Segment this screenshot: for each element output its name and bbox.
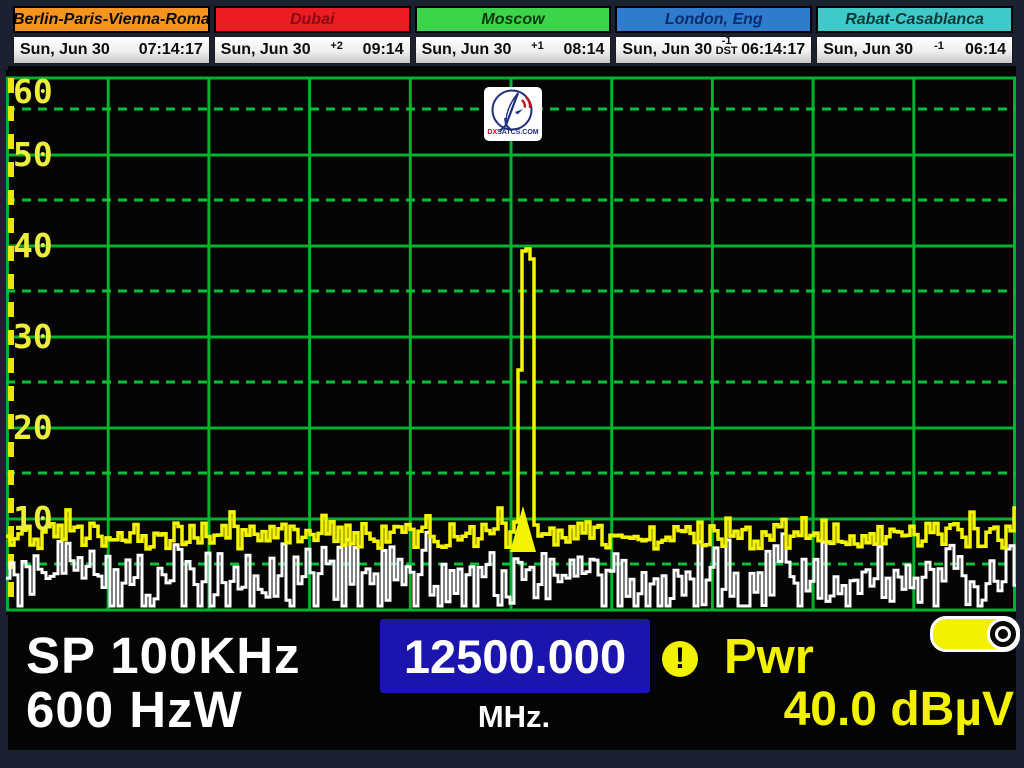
spectrum-plot: 60 50 40 30 20 10	[6, 70, 1016, 615]
time-row-dubai: Sun, Jun 30 +2 09:14	[214, 36, 411, 64]
meter-screen: Berlin-Paris-Vienna-Roma Sun, Jun 30 07:…	[0, 0, 1024, 768]
frequency-input-field[interactable]: 12500.000	[380, 619, 650, 693]
clock-cell-london: London, Eng Sun, Jun 30 -1 DST 06:14:17	[615, 6, 812, 64]
utc-offset: +1	[531, 41, 544, 51]
frequency-unit-label: MHz.	[414, 701, 614, 732]
time-label: 07:14:17	[139, 41, 203, 59]
time-label: 06:14:17	[741, 41, 805, 59]
time-row-london: Sun, Jun 30 -1 DST 06:14:17	[615, 36, 812, 64]
time-row-berlin: Sun, Jun 30 07:14:17	[13, 36, 210, 64]
world-clock-bar: Berlin-Paris-Vienna-Roma Sun, Jun 30 07:…	[13, 6, 1013, 64]
svg-text:20: 20	[13, 408, 53, 447]
battery-cap	[987, 618, 1019, 650]
logo-text: DXSATCS.COM	[487, 129, 538, 137]
time-row-rabat: Sun, Jun 30 -1 06:14	[816, 36, 1013, 64]
date-label: Sun, Jun 30	[823, 41, 913, 59]
warning-icon: !	[662, 641, 698, 677]
city-header-london: London, Eng	[615, 6, 812, 33]
svg-text:60: 60	[13, 72, 53, 111]
battery-cap-inner	[995, 626, 1011, 642]
svg-text:40: 40	[13, 226, 53, 265]
clock-cell-dubai: Dubai Sun, Jun 30 +2 09:14	[214, 6, 411, 64]
clock-cell-moscow: Moscow Sun, Jun 30 +1 08:14	[415, 6, 612, 64]
utc-offset: +2	[330, 41, 343, 51]
time-label: 08:14	[563, 41, 604, 59]
city-header-berlin: Berlin-Paris-Vienna-Roma	[13, 6, 210, 33]
date-label: Sun, Jun 30	[221, 41, 311, 59]
bandwidth-setting-label: 600 HzW	[26, 684, 243, 735]
utc-offset: -1 DST	[716, 36, 738, 57]
city-header-rabat: Rabat-Casablanca	[816, 6, 1013, 33]
time-row-moscow: Sun, Jun 30 +1 08:14	[415, 36, 612, 64]
svg-text:30: 30	[13, 317, 53, 356]
span-setting-label: SP 100KHz	[26, 630, 301, 681]
city-header-moscow: Moscow	[415, 6, 612, 33]
svg-text:50: 50	[13, 135, 53, 174]
svg-text:10: 10	[13, 499, 53, 538]
dxsatcs-logo: DXSATCS.COM	[484, 87, 542, 141]
date-label: Sun, Jun 30	[622, 41, 712, 59]
time-label: 09:14	[363, 41, 404, 59]
city-header-dubai: Dubai	[214, 6, 411, 33]
battery-indicator-icon	[930, 616, 1020, 652]
power-value: 40.0 dBµV	[676, 686, 1014, 734]
clock-cell-berlin: Berlin-Paris-Vienna-Roma Sun, Jun 30 07:…	[13, 6, 210, 64]
clock-cell-rabat: Rabat-Casablanca Sun, Jun 30 -1 06:14	[816, 6, 1013, 64]
time-label: 06:14	[965, 41, 1006, 59]
date-label: Sun, Jun 30	[20, 41, 110, 59]
date-label: Sun, Jun 30	[422, 41, 512, 59]
power-label: Pwr	[724, 633, 814, 682]
utc-offset: -1	[934, 41, 944, 51]
satellite-dish-icon	[485, 87, 541, 133]
